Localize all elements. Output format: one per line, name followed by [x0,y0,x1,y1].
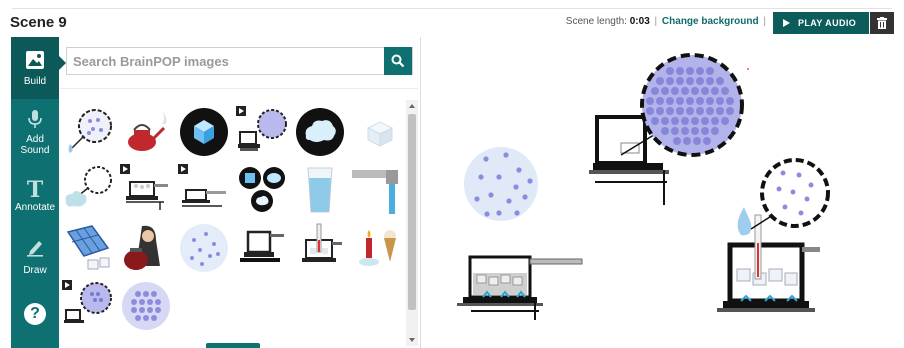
separator: | [763,16,766,27]
video-badge-icon [120,164,130,174]
thumbnail-melting-ice-cube[interactable] [352,106,404,158]
thumbnail-red-kettle-steam[interactable] [120,106,172,158]
thumbnail-steam-magnified[interactable] [62,164,114,216]
scene-length: Scene length: 0:03 | Change background | [566,16,768,27]
video-badge-icon [236,106,246,116]
canvas-liquid-particles-circle[interactable] [464,147,538,221]
separator: | [654,16,658,27]
play-icon [783,19,790,27]
text-t-icon: T [26,177,44,203]
thumbnail-ice-cube-circle[interactable] [178,106,230,158]
sidebar-item-add-sound[interactable]: Add Sound [11,105,59,167]
play-audio-button[interactable]: PLAY AUDIO [773,12,869,34]
thumbnail-glass-of-water[interactable] [294,164,346,216]
scroll-down-arrow-icon[interactable] [409,338,415,342]
panel-divider [60,88,418,89]
thumbnail-thermometer-pot[interactable] [294,222,346,274]
scene-header: Scene 9 Scene length: 0:03 | Change back… [0,10,904,36]
thumbnail-magnified-particles-drop[interactable] [62,106,114,158]
scroll-up-arrow-icon[interactable] [409,104,415,108]
scene-length-label: Scene length: [565,16,627,27]
help-button[interactable]: ? [24,303,46,325]
thumbnail-character-red-pot[interactable] [120,222,172,274]
canvas-solid-particles-magnifier[interactable] [640,53,744,157]
change-background-link[interactable]: Change background [662,16,759,27]
sidebar-item-label: Add Sound [20,134,50,156]
search-input[interactable] [67,48,385,74]
canvas-speck [747,68,749,70]
search-button[interactable] [384,47,412,75]
thumbnail-pan-on-stove[interactable] [178,164,230,216]
thumbnail-stove-particles-zoom[interactable] [236,106,288,158]
scrollbar-thumb[interactable] [408,114,416,310]
sidebar-item-label: Annotate [14,202,56,213]
thumbnail-three-states-circles[interactable] [236,164,288,216]
video-badge-icon [178,164,188,174]
scene-title: Scene 9 [10,14,67,31]
canvas-liquid-particles-magnifier[interactable] [760,158,830,228]
canvas-pan-on-stove[interactable] [457,255,583,320]
search-bar [66,47,413,75]
image-grid-scrollbar[interactable] [406,100,418,346]
top-divider [12,8,892,9]
trash-icon [877,17,887,29]
video-badge-icon [62,280,72,290]
search-icon [391,54,405,68]
image-icon [26,51,44,69]
thumbnail-pot-boiling-stove[interactable] [120,164,172,216]
scene-canvas[interactable] [421,37,904,348]
sidebar-item-draw[interactable]: Draw [11,227,59,289]
active-tab-caret [59,56,66,70]
sidebar-item-label: Build [23,76,47,87]
sidebar-item-label: Draw [23,265,47,276]
image-grid [60,100,406,348]
thumbnail-ice-cube-tray[interactable] [62,222,114,274]
microphone-icon [28,110,42,128]
thumbnail-steam-cloud-circle[interactable] [294,106,346,158]
thumbnail-stove-solid-particles[interactable] [62,280,114,332]
thumbnail-solid-particles-circle[interactable] [120,280,172,332]
load-more-tab[interactable] [206,343,260,348]
sidebar-item-annotate[interactable]: T Annotate [11,165,59,227]
scene-length-value: 0:03 [629,16,650,27]
delete-scene-button[interactable] [870,12,894,34]
sidebar: Build Add Sound T Annotate Draw ? [11,37,59,348]
play-audio-label: PLAY AUDIO [798,18,857,28]
thumbnail-liquid-particles-circle[interactable] [178,222,230,274]
thumbnail-faucet-running[interactable] [352,164,404,216]
help-icon: ? [30,305,40,322]
thumbnail-candle-ice-cream[interactable] [352,222,404,274]
pencil-icon [27,241,43,257]
sidebar-item-build[interactable]: Build [11,37,59,99]
thumbnail-pot-on-stove[interactable] [236,222,288,274]
